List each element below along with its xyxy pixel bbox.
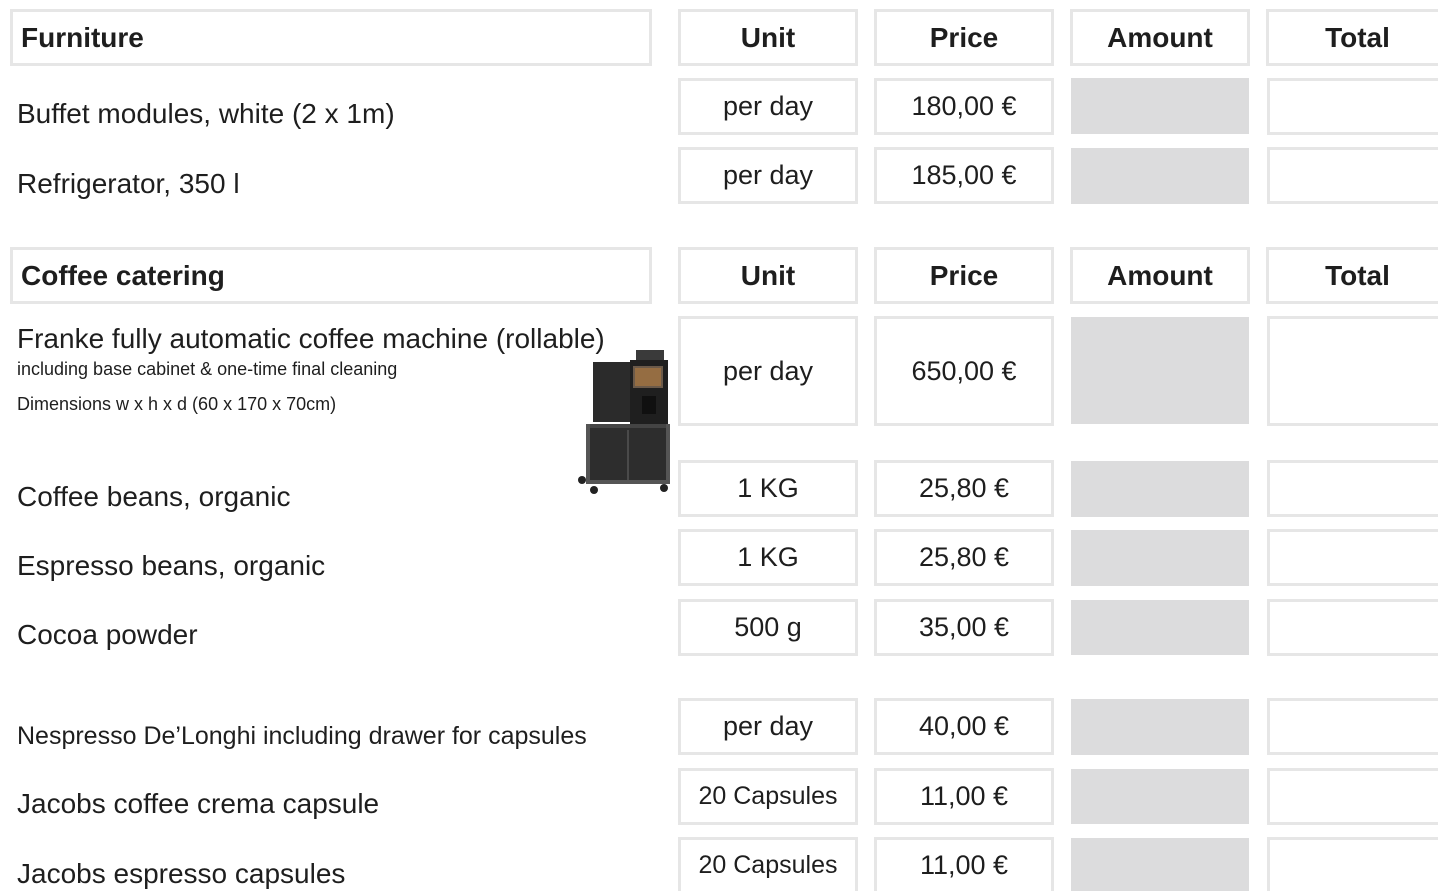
item-name: Refrigerator, 350 l: [17, 168, 240, 199]
total-cell: [1267, 599, 1438, 656]
column-header-unit: Unit: [678, 247, 858, 304]
column-header-unit: Unit: [678, 9, 858, 66]
column-header-price: Price: [874, 9, 1054, 66]
column-header-total: Total: [1266, 247, 1438, 304]
unit-cell: per day: [678, 698, 858, 755]
amount-input[interactable]: [1071, 699, 1249, 755]
unit-cell: per day: [678, 316, 858, 426]
item-name: Franke fully automatic coffee machine (r…: [17, 323, 605, 354]
total-cell: [1267, 316, 1438, 426]
price-cell: 35,00 €: [874, 599, 1054, 656]
item-detail: including base cabinet & one-time final …: [17, 359, 398, 379]
price-cell: 25,80 €: [874, 529, 1054, 586]
section-title-furniture: Furniture: [10, 9, 652, 66]
total-cell: [1267, 460, 1438, 517]
item-name: Cocoa powder: [17, 619, 198, 650]
unit-cell: 1 KG: [678, 529, 858, 586]
price-cell: 650,00 €: [874, 316, 1054, 426]
price-cell: 11,00 €: [874, 837, 1054, 891]
total-cell: [1267, 698, 1438, 755]
price-cell: 185,00 €: [874, 147, 1054, 204]
price-cell: 25,80 €: [874, 460, 1054, 517]
amount-input[interactable]: [1071, 317, 1249, 424]
item-name: Buffet modules, white (2 x 1m): [17, 98, 395, 129]
amount-input[interactable]: [1071, 148, 1249, 204]
unit-cell: 20 Capsules: [678, 768, 858, 825]
item-name: Espresso beans, organic: [17, 550, 326, 581]
amount-input[interactable]: [1071, 600, 1249, 655]
column-header-amount: Amount: [1070, 9, 1250, 66]
unit-cell: 500 g: [678, 599, 858, 656]
item-name: Coffee beans, organic: [17, 481, 291, 512]
total-cell: [1267, 78, 1438, 135]
total-cell: [1267, 529, 1438, 586]
amount-input[interactable]: [1071, 838, 1249, 891]
price-cell: 180,00 €: [874, 78, 1054, 135]
amount-input[interactable]: [1071, 461, 1249, 517]
amount-input[interactable]: [1071, 78, 1249, 134]
unit-cell: 20 Capsules: [678, 837, 858, 891]
item-name: Nespresso De’Longhi including drawer for…: [17, 722, 587, 750]
item-name: Jacobs espresso capsules: [17, 858, 346, 889]
price-cell: 40,00 €: [874, 698, 1054, 755]
amount-input[interactable]: [1071, 530, 1249, 586]
column-header-price: Price: [874, 247, 1054, 304]
unit-cell: per day: [678, 78, 858, 135]
item-detail: Dimensions w x h x d (60 x 170 x 70cm): [17, 394, 337, 414]
total-cell: [1267, 768, 1438, 825]
total-cell: [1267, 837, 1438, 891]
column-header-amount: Amount: [1070, 247, 1250, 304]
item-name: Jacobs coffee crema capsule: [17, 788, 380, 819]
column-header-total: Total: [1266, 9, 1438, 66]
section-title-coffee-catering: Coffee catering: [10, 247, 652, 304]
total-cell: [1267, 147, 1438, 204]
coffee-machine-image: [576, 348, 670, 498]
unit-cell: 1 KG: [678, 460, 858, 517]
amount-input[interactable]: [1071, 769, 1249, 824]
price-cell: 11,00 €: [874, 768, 1054, 825]
unit-cell: per day: [678, 147, 858, 204]
